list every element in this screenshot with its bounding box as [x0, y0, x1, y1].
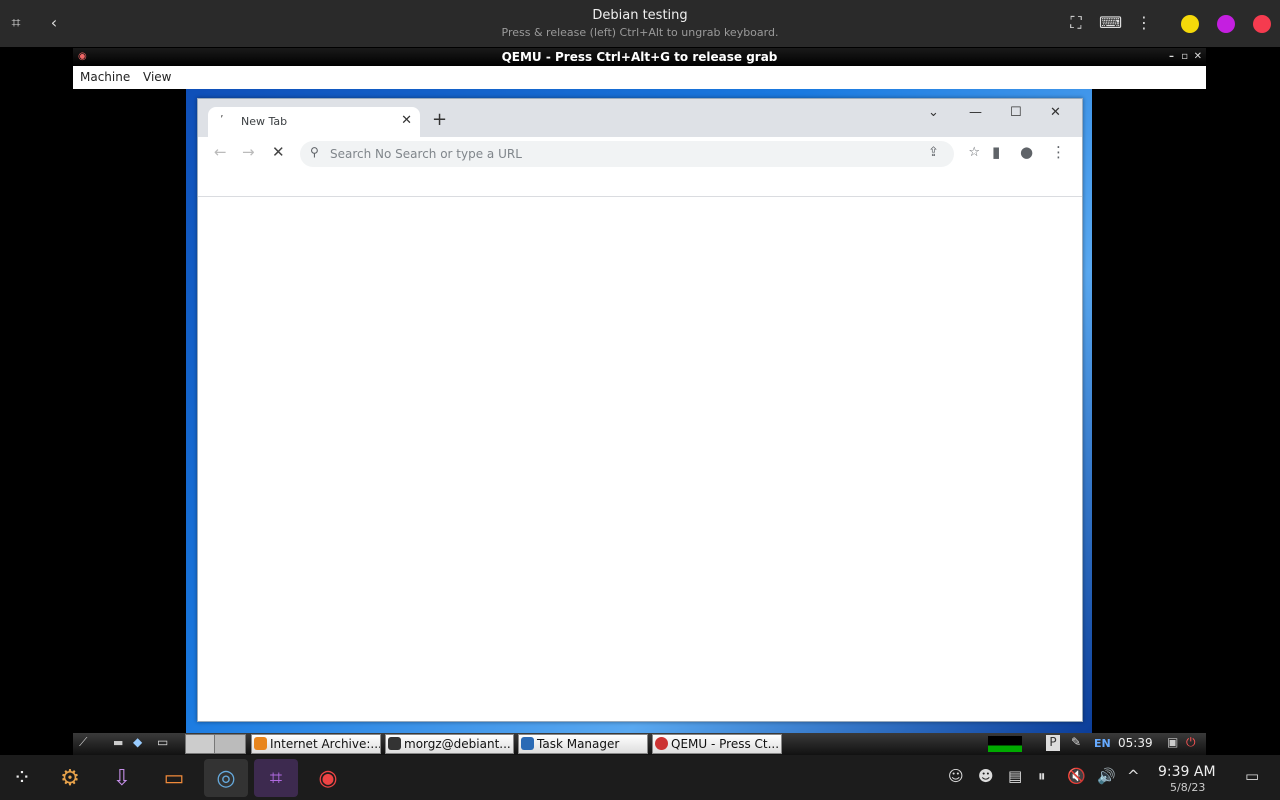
profile-avatar-icon[interactable]: ● [1020, 143, 1033, 161]
host-time[interactable]: 9:39 AM [1158, 764, 1216, 780]
omnibox[interactable]: ⚲ ⇪ ☆ [300, 141, 980, 167]
minimize-icon[interactable]: — [969, 105, 982, 120]
paste-icon[interactable]: P [1046, 735, 1060, 751]
language-indicator[interactable]: EN [1094, 737, 1111, 750]
task-terminal[interactable]: morgz@debiant... [385, 734, 514, 754]
more-vert-icon[interactable]: ⋮ [1051, 143, 1066, 161]
menu-view[interactable]: View [143, 70, 171, 84]
keyboard-icon[interactable]: ⌨ [1099, 12, 1122, 34]
host-date[interactable]: 5/8/23 [1170, 781, 1205, 794]
host-shelf: ⁘ ⚙ ⇩ ▭ ◎ ⌗ ◉ ☺ ☻ ▤ ⏸ 🔇 🔊 ^ 9:39 AM 5/8/… [0, 755, 1280, 800]
settings-gear-icon[interactable]: ⚙ [48, 759, 92, 797]
window-title: Debian testing [592, 8, 688, 23]
volume-icon[interactable]: 🔊 [1097, 767, 1116, 785]
tab-close-icon[interactable]: ✕ [401, 113, 412, 128]
task-label: QEMU - Press Ct... [671, 737, 780, 751]
back-arrow-icon[interactable]: ← [214, 143, 227, 161]
qemu-icon [655, 737, 668, 750]
loading-icon: ʼ [220, 113, 224, 126]
accounts-icon[interactable]: ☻ [978, 767, 994, 785]
empty-workspace-button[interactable] [214, 734, 246, 754]
window-subtitle: Press & release (left) Ctrl+Alt to ungra… [501, 26, 779, 39]
tab-strip: ʼ New Tab ✕ + ⌄ — ☐ ✕ [198, 99, 1082, 137]
minimize-icon[interactable]: – [1169, 48, 1174, 66]
tab-search-chevron-icon[interactable]: ⌄ [928, 105, 939, 120]
chromium-icon[interactable]: ◎ [204, 759, 248, 797]
red-dot-button[interactable] [1253, 15, 1271, 33]
clipboard-icon[interactable]: ▤ [1008, 767, 1022, 785]
side-panel-icon[interactable]: ▮ [992, 143, 1000, 161]
show-desktop-icon[interactable]: ▬ [113, 736, 123, 749]
task-label: Internet Archive:... [270, 737, 381, 751]
cpu-graph [988, 736, 1022, 752]
user-icon[interactable]: ☺ [948, 767, 964, 785]
browser-launcher-icon[interactable]: ◆ [133, 735, 142, 749]
firefox-icon[interactable]: ◉ [306, 759, 350, 797]
windows-launcher-icon[interactable]: ▭ [157, 735, 168, 749]
qemu-menubar: Machine View [73, 66, 1206, 89]
search-icon: ⚲ [310, 145, 319, 159]
more-vert-icon[interactable]: ⋮ [1133, 12, 1155, 34]
launcher-icon[interactable]: ⁘ [0, 759, 44, 797]
purple-dot-button[interactable] [1217, 15, 1235, 33]
stop-loading-icon[interactable]: ✕ [272, 143, 285, 161]
power-icon[interactable]: ⏻ [1186, 735, 1196, 750]
task-task-manager[interactable]: Task Manager [518, 734, 648, 754]
mic-muted-icon[interactable]: 🔇 [1067, 767, 1086, 785]
network-icon[interactable]: ▣ [1167, 735, 1178, 749]
close-icon[interactable]: ✕ [1050, 105, 1061, 120]
yellow-dot-button[interactable] [1181, 15, 1199, 33]
bookmark-star-icon[interactable]: ☆ [968, 145, 980, 160]
share-icon[interactable]: ⇪ [928, 145, 939, 160]
chevron-up-icon[interactable]: ^ [1127, 767, 1140, 785]
menu-machine[interactable]: Machine [80, 70, 130, 84]
browser-window: ʼ New Tab ✕ + ⌄ — ☐ ✕ ← → ✕ ▮ ● ⋮ ⚲ ⇪ ☆ [197, 98, 1083, 722]
vm-app-icon[interactable]: ⌗ [254, 759, 298, 797]
close-icon[interactable]: ✕ [1194, 48, 1202, 66]
terminal-icon [388, 737, 401, 750]
firefox-icon [254, 737, 267, 750]
task-label: Task Manager [537, 737, 620, 751]
start-menu-icon[interactable]: ⟋ [79, 735, 87, 750]
tab-title: New Tab [241, 115, 288, 128]
qemu-titlebar: ◉ QEMU - Press Ctrl+Alt+G to release gra… [73, 48, 1206, 66]
task-qemu[interactable]: QEMU - Press Ct... [652, 734, 782, 754]
guest-taskbar: ⟋ ▬ ◆ ▭ Internet Archive:... morgz@debia… [73, 733, 1206, 755]
address-input[interactable] [330, 144, 890, 164]
task-internet-archive[interactable]: Internet Archive:... [251, 734, 381, 754]
fullscreen-icon[interactable]: ⛶ [1065, 12, 1087, 34]
qemu-app-icon: ◉ [78, 51, 87, 62]
task-label: morgz@debiant... [404, 737, 511, 751]
guest-margin-left [73, 89, 186, 733]
new-tab-button[interactable]: + [432, 111, 447, 129]
pause-icon[interactable]: ⏸ [1038, 767, 1046, 785]
maximize-icon[interactable]: ☐ [1010, 105, 1022, 120]
tab-new-tab[interactable]: ʼ New Tab ✕ [208, 107, 420, 137]
task-manager-icon [521, 737, 534, 750]
pen-icon[interactable]: ✎ [1071, 735, 1081, 749]
files-folder-icon[interactable]: ▭ [152, 759, 196, 797]
guest-clock[interactable]: 05:39 [1118, 736, 1153, 750]
qemu-launcher-button[interactable] [185, 734, 215, 754]
notifications-icon[interactable]: ▭ [1245, 767, 1259, 785]
download-app-icon[interactable]: ⇩ [100, 759, 144, 797]
guest-margin-right [1092, 89, 1206, 733]
forward-arrow-icon[interactable]: → [242, 143, 255, 161]
host-title-bar: ⌗ ‹ Debian testing Press & release (left… [0, 0, 1280, 47]
qemu-title-text: QEMU - Press Ctrl+Alt+G to release grab [501, 50, 778, 64]
maximize-icon[interactable]: ▫ [1181, 48, 1188, 66]
